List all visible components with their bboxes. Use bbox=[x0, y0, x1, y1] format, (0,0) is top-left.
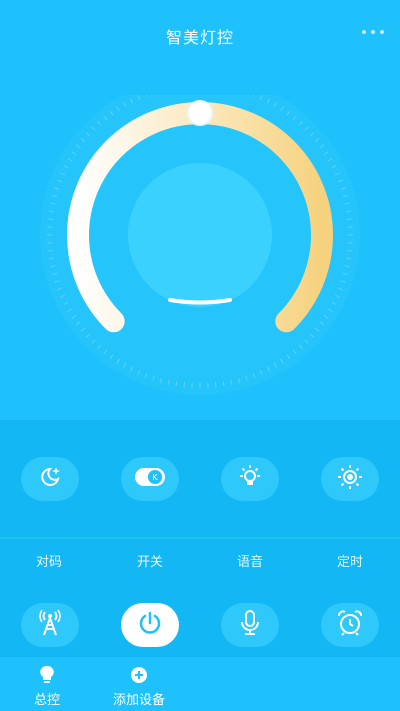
dial-tick bbox=[214, 382, 217, 388]
svg-text:K: K bbox=[152, 473, 158, 482]
microphone-icon bbox=[237, 609, 263, 641]
tab-master-control[interactable]: 总控 bbox=[7, 665, 87, 708]
sun-icon bbox=[336, 463, 364, 495]
dial-knob bbox=[187, 100, 213, 126]
switch-mode-button[interactable]: K bbox=[121, 457, 179, 501]
power-button[interactable] bbox=[121, 603, 179, 647]
label-pair: 对码 bbox=[35, 555, 62, 570]
dial-graphic bbox=[40, 95, 360, 395]
header-bar: 智美灯控 bbox=[0, 0, 400, 70]
brightness-dial[interactable] bbox=[0, 95, 400, 395]
dial-tick bbox=[47, 218, 53, 221]
power-icon bbox=[137, 610, 163, 640]
voice-mode-button[interactable] bbox=[221, 457, 279, 501]
tab-label: 添加设备 bbox=[112, 693, 165, 708]
action-button-row bbox=[0, 597, 400, 653]
dial-tick bbox=[347, 218, 353, 221]
signal-tower-icon bbox=[37, 609, 63, 641]
function-labels: 对码 开关 语音 定时 bbox=[0, 551, 400, 571]
bulb-icon bbox=[236, 463, 264, 495]
label-voice: 语音 bbox=[236, 555, 263, 570]
dial-tick bbox=[347, 249, 353, 252]
panel-divider bbox=[0, 537, 400, 539]
timer-button[interactable] bbox=[321, 603, 379, 647]
tab-add-device[interactable]: 添加设备 bbox=[99, 665, 179, 708]
alarm-clock-icon bbox=[336, 609, 364, 641]
pair-button[interactable] bbox=[21, 603, 79, 647]
more-dots-icon[interactable] bbox=[362, 24, 384, 40]
mode-button-row: K bbox=[0, 451, 400, 507]
page-title: 智美灯控 bbox=[165, 28, 234, 47]
bottom-tab-bar: 总控 添加设备 bbox=[0, 657, 400, 711]
pair-mode-button[interactable] bbox=[21, 457, 79, 501]
moon-stars-icon bbox=[37, 464, 63, 494]
label-switch: 开关 bbox=[136, 555, 163, 570]
tab-label: 总控 bbox=[33, 693, 60, 708]
add-circle-icon bbox=[99, 665, 179, 685]
label-timer: 定时 bbox=[336, 555, 363, 570]
dial-tick bbox=[47, 249, 53, 252]
voice-button[interactable] bbox=[221, 603, 279, 647]
toggle-k-icon: K bbox=[134, 467, 166, 491]
dial-inner-disc bbox=[128, 163, 272, 307]
dial-tick bbox=[183, 382, 186, 388]
bulb-icon bbox=[7, 665, 87, 685]
timer-mode-button[interactable] bbox=[321, 457, 379, 501]
